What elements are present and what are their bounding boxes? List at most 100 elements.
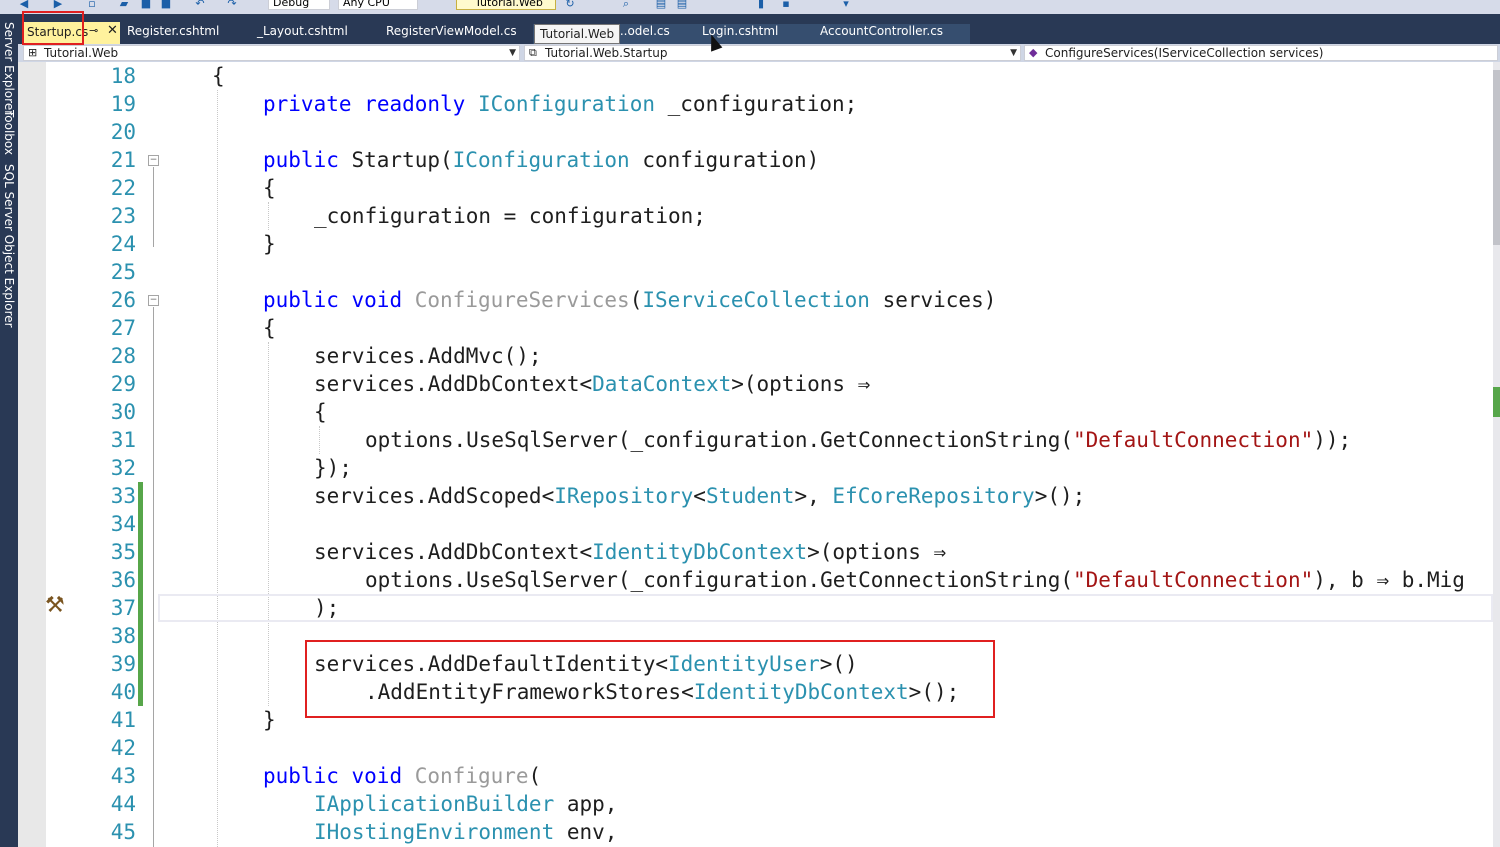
code-line-32[interactable]: }); [314,454,352,482]
code-line-37[interactable]: ); [314,594,339,622]
code-editor[interactable]: 18 19 20 21 22 23 24 25 26 27 28 29 30 3… [18,62,1500,847]
code-line-43[interactable]: public void Configure( [263,762,541,790]
code-line-27[interactable]: { [263,314,276,342]
code-line-45[interactable]: IHostingEnvironment env, [314,818,617,846]
navigation-bar: ⊞ Tutorial.Web ▼ ⧉ Tutorial.Web.Startup … [18,44,1500,62]
code-line-26[interactable]: public void ConfigureServices(IServiceCo… [263,286,996,314]
code-line-30[interactable]: { [314,398,327,426]
tab-accountcontroller-cs[interactable]: AccountController.cs [820,24,943,38]
line-number: 44 [110,792,136,816]
code-text: ); [314,596,340,620]
line-number: 37 [110,596,136,620]
tab-registerviewmodel-cs[interactable]: RegisterViewModel.cs [386,24,517,38]
identity-code-highlight-box [305,640,995,718]
sql-server-object-explorer-tab[interactable]: SQL Server Object Explorer [2,164,16,328]
glyph-margin[interactable] [18,62,46,847]
layout2-icon[interactable]: ▤ [676,0,688,10]
member-dropdown[interactable]: ◆ ConfigureServices(IServiceCollection s… [1024,45,1498,61]
line-number: 26 [110,288,136,312]
pin-icon[interactable]: ⊸ [89,24,98,37]
bookmark-icon[interactable]: ▮ [755,0,767,10]
code-line-35[interactable]: services.AddDbContext<IdentityDbContext>… [314,538,946,566]
vertical-scrollbar[interactable] [1493,62,1500,847]
line-number: 24 [110,232,136,256]
back-icon[interactable]: ◀ [18,0,30,10]
platform-dropdown[interactable]: Any CPU [338,0,418,10]
tab-tooltip: Tutorial.Web [534,24,621,44]
quick-action-hammer-icon[interactable]: ⚒ [45,593,65,618]
indent-guide [217,90,218,847]
code-line-19[interactable]: private readonly IConfiguration _configu… [263,90,857,118]
line-number: 19 [110,92,136,116]
member-value: ConfigureServices(IServiceCollection ser… [1045,46,1324,60]
project-value: Tutorial.Web [44,46,119,60]
forward-icon[interactable]: ▶ [52,0,64,10]
overflow-icon[interactable]: ▾ [840,0,852,10]
start-debug-button[interactable]: Tutorial.Web [456,0,556,10]
line-number: 22 [110,176,136,200]
tab-register-cshtml[interactable]: Register.cshtml [127,24,219,38]
chevron-down-icon: ▼ [509,48,516,58]
tab-viewmodel-cs[interactable]: ...odel.cs [616,24,670,38]
solution-config-value: Debug [273,0,310,9]
server-explorer-tab[interactable]: Server Explorer [2,22,16,115]
code-line-28[interactable]: services.AddMvc(); [314,342,542,370]
line-number: 31 [110,428,136,452]
redo-icon[interactable]: ↷ [226,0,238,10]
code-line-41[interactable]: } [263,706,276,734]
document-tab-bar: Startup.cs ⊸ ✕ Register.cshtml _Layout.c… [18,14,1500,44]
code-text: _configuration = configuration; [314,204,706,228]
main-toolbar: ◀ ▶ ▫ ▰ ■ ■ ↶ ↷ Debug Any CPU Tutorial.W… [0,0,1500,14]
code-line-33[interactable]: services.AddScoped<IRepository<Student>,… [314,482,1085,510]
line-number: 25 [110,260,136,284]
indent-guide [319,426,320,454]
line-number: 34 [110,512,136,536]
tab-layout-cshtml[interactable]: _Layout.cshtml [257,24,348,38]
change-tracking-bar [138,482,143,706]
code-line-18[interactable]: { [212,62,225,90]
code-text: { [263,316,276,340]
outline-line [153,307,154,847]
chevron-down-icon: ▼ [1010,48,1017,58]
undo-icon[interactable]: ↶ [194,0,206,10]
save-icon[interactable]: ■ [140,0,152,10]
method-icon: ◆ [1029,46,1038,59]
type-dropdown[interactable]: ⧉ Tutorial.Web.Startup ▼ [524,45,1021,61]
type-value: Tutorial.Web.Startup [545,46,668,60]
csharp-project-icon: ⊞ [28,46,38,59]
change-marker [1493,387,1500,417]
solution-config-dropdown[interactable]: Debug [268,0,330,10]
code-line-21[interactable]: public Startup(IConfiguration configurat… [263,146,819,174]
code-text: { [314,400,327,424]
collapse-icon[interactable]: − [148,155,159,166]
code-line-23[interactable]: _configuration = configuration; [314,202,706,230]
open-folder-icon[interactable]: ▰ [118,0,130,10]
line-number: 36 [110,568,136,592]
project-dropdown[interactable]: ⊞ Tutorial.Web ▼ [23,45,520,61]
code-line-44[interactable]: IApplicationBuilder app, [314,790,617,818]
line-number: 41 [110,708,136,732]
outline-line [153,167,154,247]
find-icon[interactable]: ⌕ [620,0,632,10]
code-line-22[interactable]: { [263,174,276,202]
line-number: 39 [110,652,136,676]
close-icon[interactable]: ✕ [107,23,118,38]
bookmark-prev-icon[interactable]: ▪ [780,0,792,10]
new-file-icon[interactable]: ▫ [86,0,98,10]
code-line-31[interactable]: options.UseSqlServer(_configuration.GetC… [365,426,1351,454]
code-line-29[interactable]: services.AddDbContext<DataContext>(optio… [314,370,870,398]
line-number: 40 [110,680,136,704]
code-line-36[interactable]: options.UseSqlServer(_configuration.GetC… [365,566,1465,594]
indent-guide [268,202,269,230]
layout-icon[interactable]: ▤ [655,0,667,10]
code-line-24[interactable]: } [263,230,276,258]
line-number: 32 [110,456,136,480]
line-number: 38 [110,624,136,648]
save-all-icon[interactable]: ■ [160,0,172,10]
line-number: 33 [110,484,136,508]
code-text: }); [314,456,352,480]
scrollbar-thumb[interactable] [1493,70,1500,245]
refresh-icon[interactable]: ↻ [564,0,576,10]
toolbox-tab[interactable]: Toolbox [2,110,16,155]
collapse-icon[interactable]: − [148,295,159,306]
